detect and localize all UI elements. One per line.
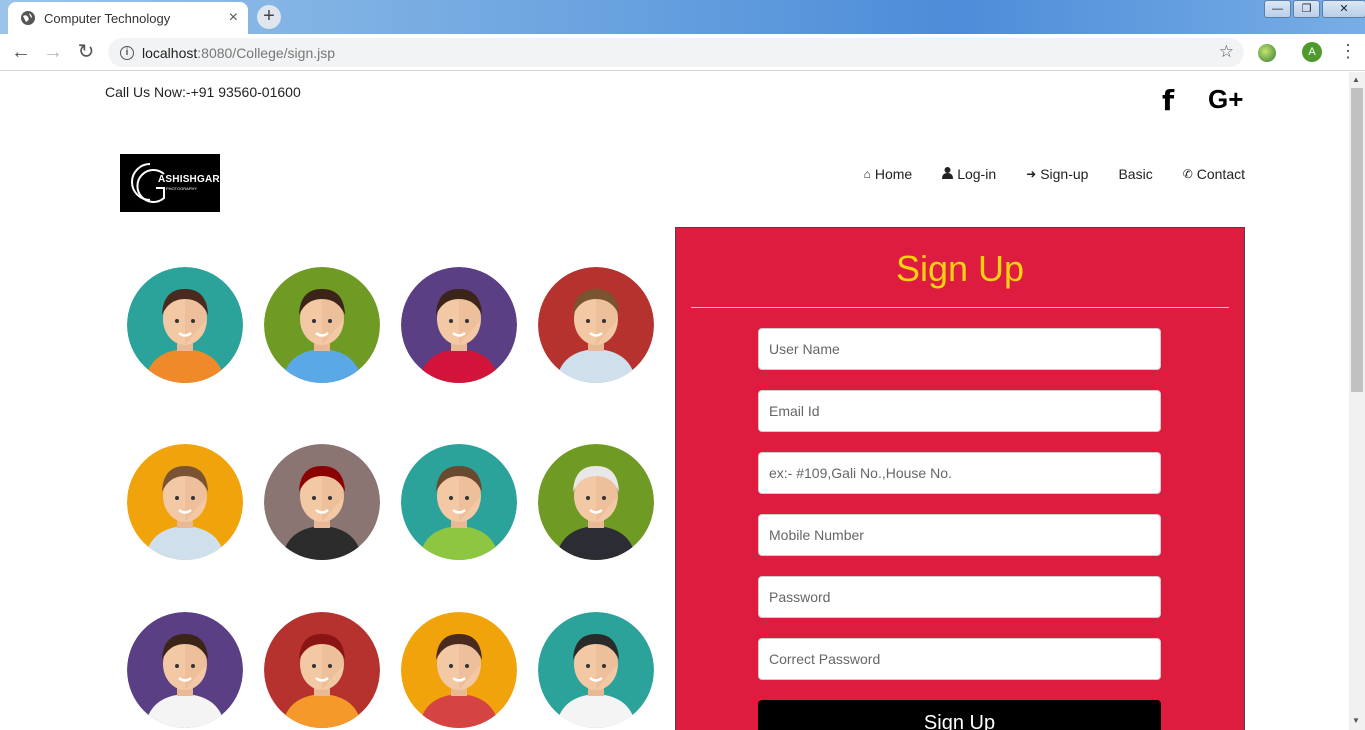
avatar-illustration (264, 444, 380, 560)
avatar-illustration (401, 612, 517, 728)
avatar-illustration (538, 444, 654, 560)
nav-login-label: Log-in (957, 166, 997, 182)
avatar-illustration (401, 444, 517, 560)
signup-divider (691, 307, 1229, 308)
google-plus-icon[interactable]: G+ (1208, 84, 1243, 115)
info-icon[interactable]: i (120, 45, 134, 60)
signup-title: Sign Up (895, 248, 1025, 289)
page-scrollbar[interactable]: ▲ ▼ (1349, 72, 1365, 730)
scroll-up-arrow-icon[interactable]: ▲ (1352, 75, 1360, 84)
nav-home-label: Home (874, 166, 913, 182)
logo-text: ASHISHGARG (158, 174, 228, 185)
new-tab-button[interactable]: + (257, 5, 281, 29)
avatar-illustration (127, 612, 243, 728)
globe-icon (21, 11, 35, 25)
close-tab-icon[interactable]: × (229, 9, 238, 27)
avatar-illustration (264, 267, 380, 383)
address-field[interactable] (758, 452, 1161, 494)
nav-signup-label: Sign-up (1040, 166, 1089, 182)
user-icon (942, 166, 954, 182)
minimize-button[interactable]: — (1264, 0, 1291, 18)
reload-icon[interactable]: ↻ (75, 42, 97, 64)
main-nav: ⌂ Home Log-in ➜ Sign-up Basic ✆ Contact (864, 166, 1245, 182)
window-controls: — ❐ ✕ (1262, 0, 1365, 18)
avatar-illustration (127, 444, 243, 560)
avatar-illustration (127, 267, 243, 383)
back-arrow-icon[interactable]: ← (10, 42, 32, 64)
url-text[interactable]: localhost:8080/College/sign.jsp (142, 45, 335, 61)
avatar-illustration (538, 267, 654, 383)
phone-icon: ✆ (1182, 167, 1193, 181)
nav-signup[interactable]: ➜ Sign-up (1026, 166, 1088, 182)
site-logo[interactable]: ASHISHGARG PHOTOGRAPHY (120, 154, 228, 212)
mobile-field[interactable] (758, 514, 1161, 556)
extension-icon[interactable] (1258, 44, 1276, 62)
avatar-illustration (538, 612, 654, 728)
bookmark-star-icon[interactable]: ☆ (1219, 42, 1234, 62)
nav-contact[interactable]: ✆ Contact (1183, 166, 1245, 182)
browser-tab[interactable]: Computer Technology × (8, 2, 248, 34)
facebook-icon[interactable]: f (1162, 84, 1174, 117)
home-icon: ⌂ (863, 167, 871, 181)
tab-title: Computer Technology (44, 10, 171, 26)
restore-button[interactable]: ❐ (1293, 0, 1320, 18)
username-field[interactable] (758, 328, 1161, 370)
email-field[interactable] (758, 390, 1161, 432)
sign-in-icon: ➜ (1026, 167, 1037, 181)
nav-basic[interactable]: Basic (1118, 166, 1152, 182)
avatar-illustration (264, 612, 380, 728)
scroll-down-arrow-icon[interactable]: ▼ (1352, 716, 1360, 725)
password-field[interactable] (758, 576, 1161, 618)
browser-titlebar: Computer Technology × + — ❐ ✕ (0, 0, 1365, 34)
signup-panel: Sign Up Sign Up (675, 227, 1245, 730)
close-window-button[interactable]: ✕ (1322, 0, 1365, 18)
nav-login[interactable]: Log-in (942, 166, 996, 182)
avatar-illustration (401, 267, 517, 383)
logo-subtext: PHOTOGRAPHY (166, 186, 198, 191)
confirm-password-field[interactable] (758, 638, 1161, 680)
signup-button[interactable]: Sign Up (758, 700, 1161, 730)
menu-dots-icon[interactable]: ⋮ (1339, 42, 1357, 60)
nav-basic-label: Basic (1118, 166, 1153, 182)
address-bar[interactable]: i localhost:8080/College/sign.jsp ☆ (108, 38, 1244, 67)
scrollbar-thumb[interactable] (1351, 88, 1363, 392)
browser-toolbar: ← → ↻ i localhost:8080/College/sign.jsp … (0, 34, 1365, 71)
page: Call Us Now:-+91 93560-01600 f G+ ASHISH… (0, 72, 1349, 730)
forward-arrow-icon[interactable]: → (42, 42, 64, 64)
profile-avatar[interactable]: A (1302, 42, 1322, 62)
call-now-text: Call Us Now:-+91 93560-01600 (105, 84, 301, 100)
nav-home[interactable]: ⌂ Home (864, 166, 913, 182)
nav-contact-label: Contact (1196, 166, 1245, 182)
